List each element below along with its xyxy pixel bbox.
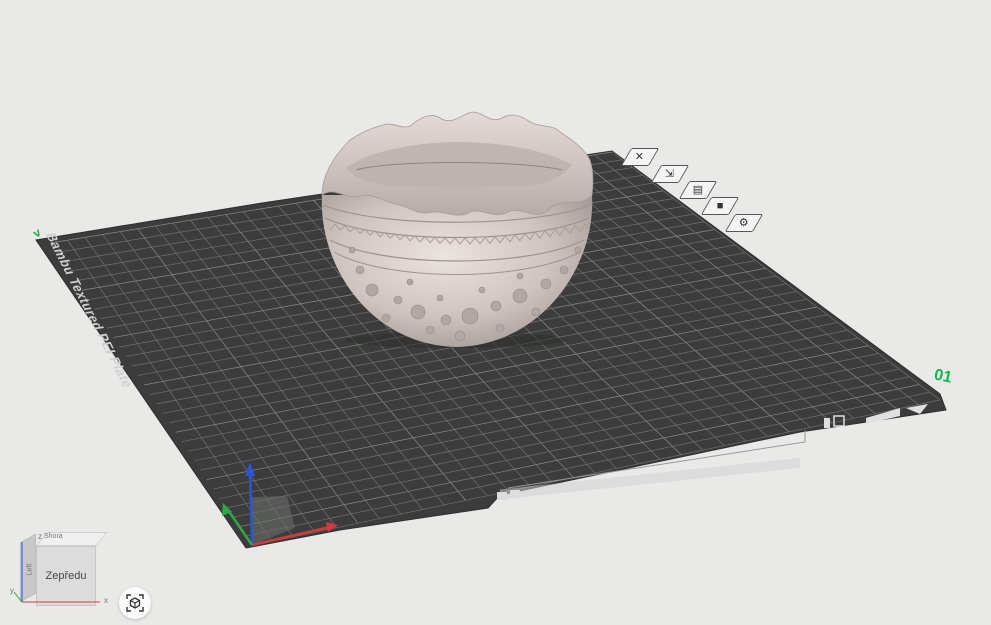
plate-number[interactable]: 01 (932, 366, 954, 387)
close-icon: ✕ (635, 150, 645, 163)
view-cube[interactable]: Zepředu Shora Left z y x (10, 530, 110, 612)
fit-view-button[interactable] (119, 587, 151, 619)
plate-toolbar: ✕ ⇲ ▤ ■ ⚙ (620, 146, 764, 236)
3d-viewport[interactable]: v (0, 0, 991, 625)
arrange-icon: ▤ (692, 183, 704, 196)
plate-corner-marker: v (31, 225, 44, 241)
cube-axis-lines (14, 542, 100, 603)
orient-icon: ⇲ (665, 167, 675, 180)
lock-plate-button[interactable]: ■ (700, 197, 740, 215)
fit-view-icon (126, 594, 144, 612)
lock-icon: ■ (716, 199, 724, 212)
close-plate-button[interactable]: ✕ (620, 148, 660, 166)
plate-settings-button[interactable]: ⚙ (724, 214, 764, 232)
orient-plate-button[interactable]: ⇲ (650, 165, 690, 183)
settings-icon: ⚙ (739, 216, 749, 229)
